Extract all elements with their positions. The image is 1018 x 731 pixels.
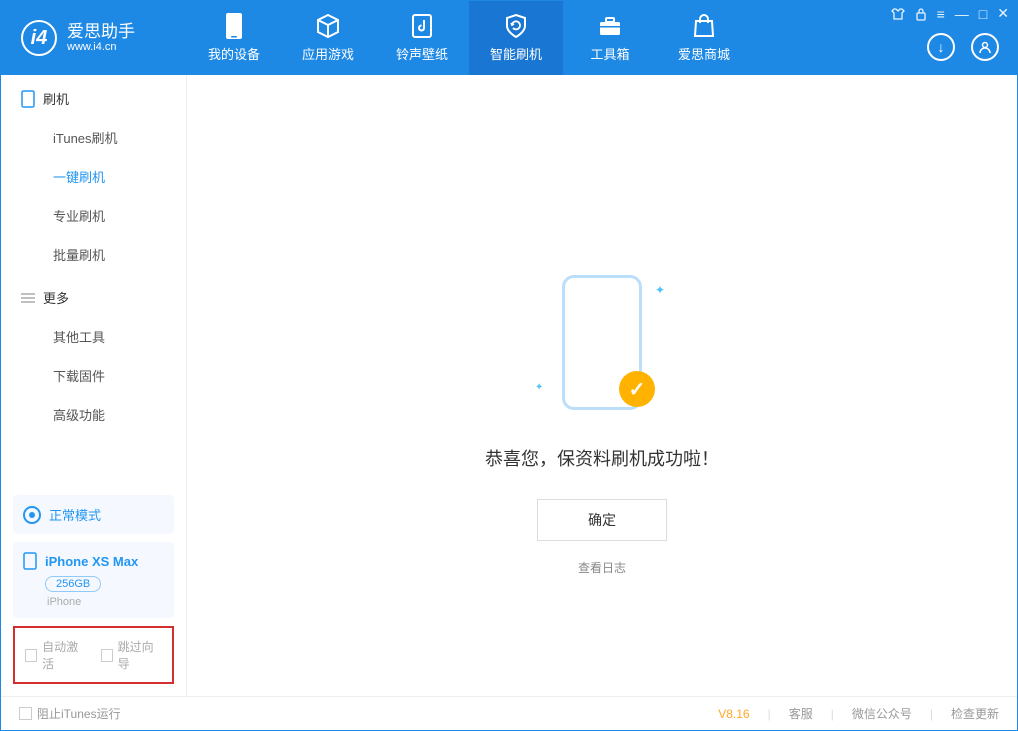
- tab-store[interactable]: 爱思商城: [657, 1, 751, 75]
- checkbox-label: 自动激活: [42, 638, 86, 672]
- separator: |: [831, 707, 834, 721]
- view-log-link[interactable]: 查看日志: [578, 559, 626, 576]
- sidebar-item-download-firmware[interactable]: 下载固件: [1, 356, 186, 395]
- sidebar-item-itunes-flash[interactable]: iTunes刷机: [1, 118, 186, 157]
- sidebar: 刷机 iTunes刷机 一键刷机 专业刷机 批量刷机 更多 其他工具 下载固件 …: [1, 75, 187, 696]
- device-storage: 256GB: [45, 576, 101, 592]
- phone-icon: [21, 90, 35, 108]
- list-icon: [21, 292, 35, 304]
- checkbox-box: [101, 649, 113, 662]
- tab-toolbox[interactable]: 工具箱: [563, 1, 657, 75]
- tab-label: 我的设备: [208, 44, 260, 63]
- sidebar-item-advanced[interactable]: 高级功能: [1, 395, 186, 434]
- checkbox-label: 阻止iTunes运行: [37, 705, 121, 722]
- tab-my-device[interactable]: 我的设备: [187, 1, 281, 75]
- brand-name-cn: 爱思助手: [67, 23, 135, 42]
- toolbox-icon: [597, 13, 623, 39]
- tab-label: 应用游戏: [302, 44, 354, 63]
- body-area: 刷机 iTunes刷机 一键刷机 专业刷机 批量刷机 更多 其他工具 下载固件 …: [1, 75, 1017, 696]
- cube-icon: [315, 13, 341, 39]
- device-type: iPhone: [47, 596, 164, 608]
- sidebar-item-pro-flash[interactable]: 专业刷机: [1, 196, 186, 235]
- sparkle-icon: ✦: [535, 382, 543, 393]
- wechat-link[interactable]: 微信公众号: [852, 705, 912, 722]
- device-mode[interactable]: 正常模式: [13, 495, 174, 534]
- mode-icon: [23, 506, 41, 524]
- main-content: ✓ ✦ ✦ 恭喜您，保资料刷机成功啦！ 确定 查看日志: [187, 75, 1017, 696]
- phone-icon: [23, 552, 37, 570]
- footer-right: V8.16 | 客服 | 微信公众号 | 检查更新: [718, 705, 999, 722]
- update-link[interactable]: 检查更新: [951, 705, 999, 722]
- sidebar-section-more: 更多: [1, 274, 186, 317]
- sparkle-icon: ✦: [655, 283, 665, 297]
- app-header: i4 爱思助手 www.i4.cn 我的设备 应用游戏 铃声壁纸 智能刷机 工具…: [1, 1, 1017, 75]
- tab-apps[interactable]: 应用游戏: [281, 1, 375, 75]
- device-panel: 正常模式 iPhone XS Max 256GB iPhone 自动激活 跳过向…: [1, 483, 186, 696]
- device-icon: [221, 13, 247, 39]
- device-info[interactable]: iPhone XS Max 256GB iPhone: [13, 542, 174, 618]
- checkbox-block-itunes[interactable]: 阻止iTunes运行: [19, 705, 121, 722]
- sidebar-item-oneclick-flash[interactable]: 一键刷机: [1, 157, 186, 196]
- support-link[interactable]: 客服: [789, 705, 813, 722]
- nav-tabs: 我的设备 应用游戏 铃声壁纸 智能刷机 工具箱 爱思商城: [187, 1, 751, 75]
- menu-icon[interactable]: ≡: [937, 6, 945, 22]
- checkbox-auto-activate[interactable]: 自动激活: [25, 638, 87, 672]
- checkbox-box: [19, 707, 32, 720]
- tab-label: 爱思商城: [678, 44, 730, 63]
- window-controls: ≡ — □ ✕: [891, 5, 1009, 22]
- device-name: iPhone XS Max: [23, 552, 164, 570]
- minimize-icon[interactable]: —: [955, 6, 969, 22]
- logo-icon: i4: [21, 20, 57, 56]
- sidebar-item-batch-flash[interactable]: 批量刷机: [1, 235, 186, 274]
- header-action-icons: ↓: [927, 33, 999, 61]
- tab-ringtone[interactable]: 铃声壁纸: [375, 1, 469, 75]
- separator: |: [930, 707, 933, 721]
- tab-label: 铃声壁纸: [396, 44, 448, 63]
- separator: |: [768, 707, 771, 721]
- option-checkboxes: 自动激活 跳过向导: [13, 626, 174, 684]
- user-icon[interactable]: [971, 33, 999, 61]
- bag-icon: [691, 13, 717, 39]
- success-illustration: ✓ ✦ ✦: [547, 275, 657, 425]
- tab-label: 智能刷机: [490, 44, 542, 63]
- maximize-icon[interactable]: □: [979, 6, 987, 22]
- sidebar-section-flash: 刷机: [1, 75, 186, 118]
- sidebar-item-other-tools[interactable]: 其他工具: [1, 317, 186, 356]
- logo-area: i4 爱思助手 www.i4.cn: [1, 20, 187, 56]
- version-label: V8.16: [718, 707, 749, 721]
- tab-label: 工具箱: [590, 44, 629, 63]
- shirt-icon[interactable]: [891, 7, 905, 21]
- music-file-icon: [409, 13, 435, 39]
- checkbox-skip-guide[interactable]: 跳过向导: [101, 638, 163, 672]
- checkbox-box: [25, 649, 37, 662]
- check-badge-icon: ✓: [619, 371, 655, 407]
- close-icon[interactable]: ✕: [997, 5, 1009, 22]
- lock-icon[interactable]: [915, 7, 927, 21]
- device-name-text: iPhone XS Max: [45, 554, 138, 569]
- checkbox-label: 跳过向导: [118, 638, 162, 672]
- logo-text: 爱思助手 www.i4.cn: [67, 23, 135, 54]
- section-label: 刷机: [43, 89, 69, 108]
- brand-name-en: www.i4.cn: [67, 41, 135, 53]
- download-icon[interactable]: ↓: [927, 33, 955, 61]
- confirm-button[interactable]: 确定: [537, 499, 667, 541]
- section-label: 更多: [43, 288, 69, 307]
- tab-flash[interactable]: 智能刷机: [469, 1, 563, 75]
- mode-label: 正常模式: [49, 505, 101, 524]
- footer: 阻止iTunes运行 V8.16 | 客服 | 微信公众号 | 检查更新: [1, 696, 1017, 730]
- shield-refresh-icon: [503, 13, 529, 39]
- success-message: 恭喜您，保资料刷机成功啦！: [485, 445, 719, 471]
